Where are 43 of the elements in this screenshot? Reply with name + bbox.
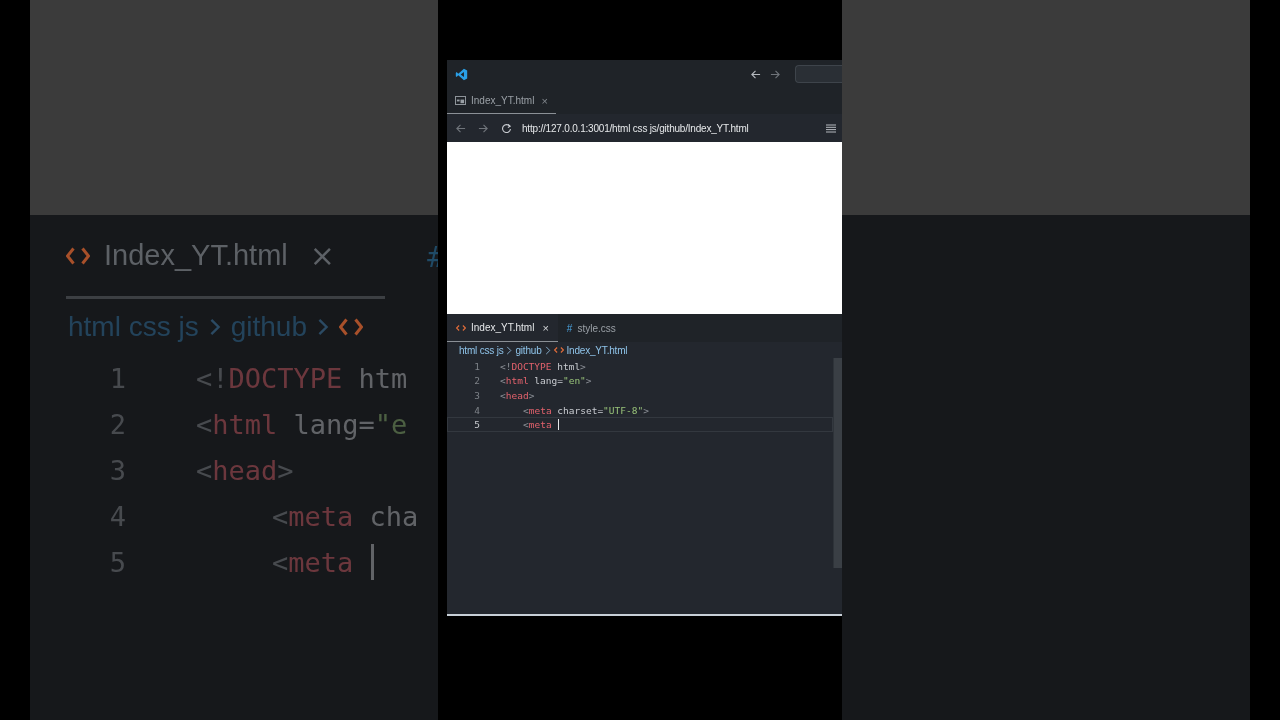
back-arrow-icon[interactable] — [750, 68, 761, 80]
forward-arrow-icon[interactable] — [478, 122, 489, 134]
line-number: 2 — [473, 375, 480, 387]
chevron-icon — [317, 317, 329, 337]
code-line: <head> — [500, 390, 535, 401]
line-number: 4 — [473, 404, 480, 416]
page-icon — [455, 96, 466, 105]
tab-label: Index_YT.html — [471, 322, 535, 333]
code-icon — [553, 346, 564, 354]
code-line: <meta charset="UTF-8"> — [523, 404, 649, 416]
line-number: 1 — [473, 360, 480, 372]
line-number: 3 — [473, 390, 480, 401]
code-icon — [339, 318, 363, 336]
breadcrumb-item[interactable]: Index_YT.html — [566, 344, 628, 356]
code-line: <meta — [523, 419, 559, 431]
line-number: 5 — [473, 419, 480, 431]
chevron-icon — [544, 345, 551, 355]
code-line: <head> — [196, 454, 294, 486]
code-line: <!DOCTYPE html> — [500, 360, 586, 372]
breadcrumb-item[interactable]: github — [515, 344, 542, 356]
editor-tab[interactable]: # style.css — [557, 314, 625, 342]
close-icon[interactable]: × — [541, 94, 548, 107]
code-line: <html lang="en"> — [500, 375, 592, 387]
editor-tab[interactable]: Index_YT.html × — [447, 314, 558, 342]
chevron-icon — [506, 345, 513, 355]
code-icon — [456, 323, 466, 332]
code-line: <meta — [272, 544, 375, 580]
code-icon — [66, 246, 90, 265]
code-line: <meta cha — [272, 500, 419, 532]
chevron-icon — [208, 317, 221, 337]
close-icon[interactable]: × — [542, 321, 549, 334]
menu-icon[interactable] — [826, 123, 836, 133]
hash-icon: # — [566, 322, 573, 334]
code-line: <html lang="e — [196, 408, 408, 440]
reload-icon[interactable] — [501, 122, 512, 134]
app-logo-icon — [455, 67, 468, 81]
forward-arrow-icon[interactable] — [770, 68, 781, 80]
code-line: <!DOCTYPE htm — [196, 362, 408, 394]
breadcrumb-item[interactable]: html css js — [459, 344, 504, 356]
url-field[interactable]: http://127.0.0.1:3001/html css js/github/Index_YT.html — [522, 122, 749, 134]
scrollbar[interactable] — [833, 358, 842, 568]
search-field[interactable] — [795, 65, 842, 83]
tab-label: style.css — [577, 322, 616, 334]
